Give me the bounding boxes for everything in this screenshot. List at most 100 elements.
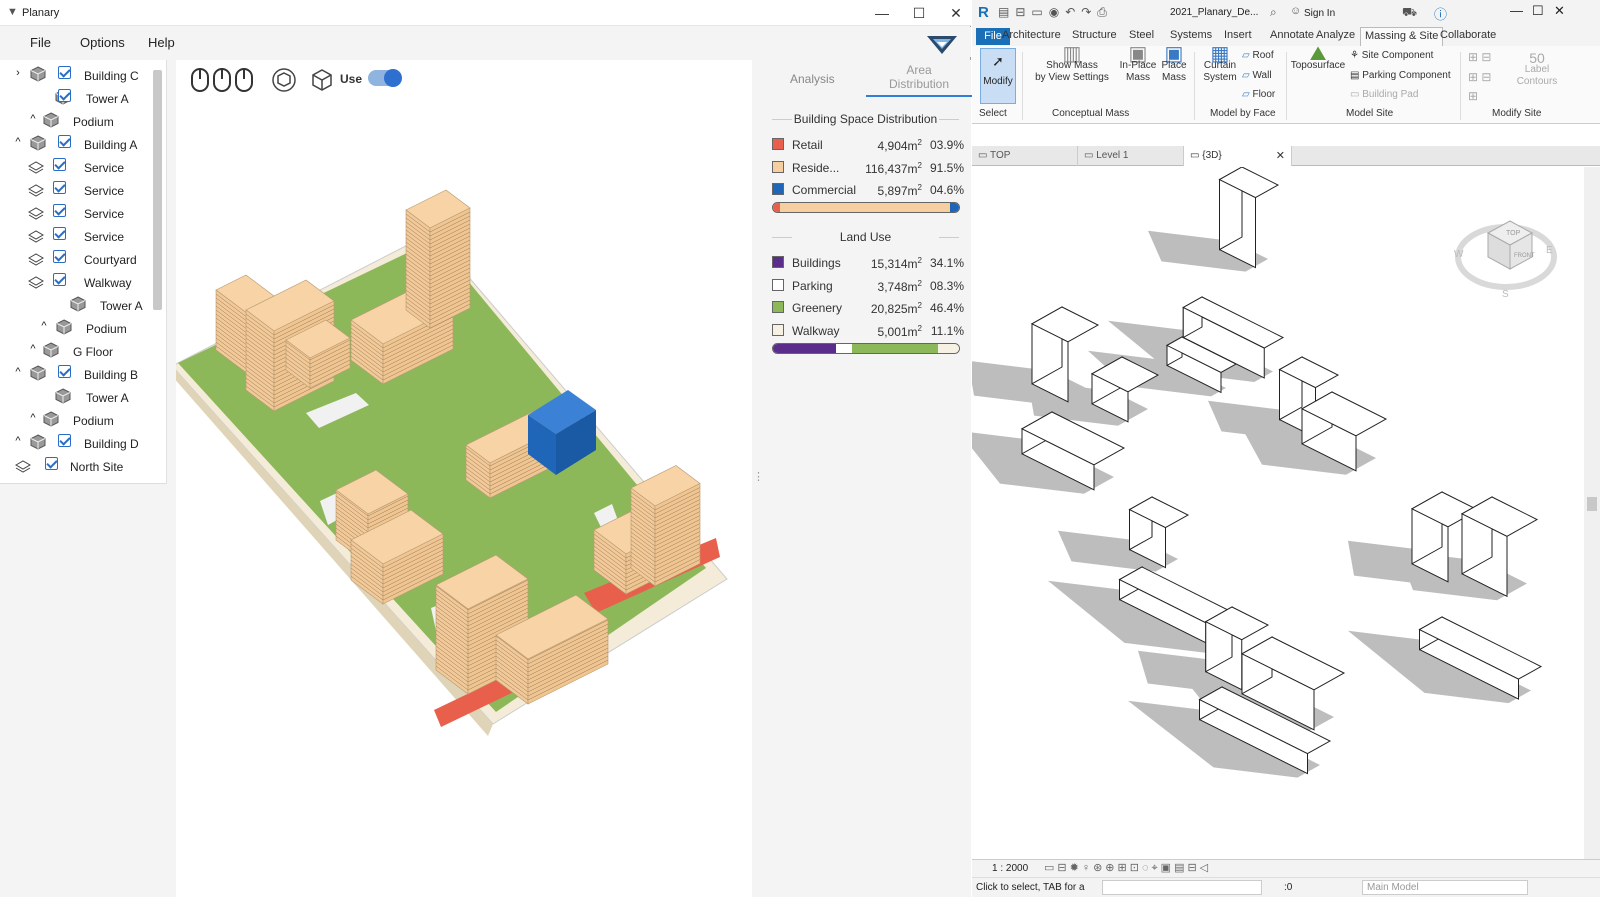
expand-toggle-icon[interactable]: ^ [27, 343, 39, 355]
tree-item[interactable]: Tower A [0, 87, 160, 109]
label-contours-button[interactable]: 50 Label Contours [1512, 51, 1562, 88]
tree-item[interactable]: Service [0, 156, 160, 178]
tree-item[interactable]: ^ Building A [0, 133, 160, 155]
expand-toggle-icon[interactable]: ^ [12, 435, 24, 447]
expand-toggle-icon[interactable]: ^ [27, 113, 39, 125]
maximize-button[interactable]: ☐ [904, 3, 934, 23]
ribbon-tab[interactable]: Collaborate [1440, 29, 1496, 41]
qat-icons[interactable]: ▤⊟▭◉↶↷⎙ [998, 5, 1113, 20]
floor-button[interactable]: ▱ Floor [1242, 89, 1275, 100]
panel-splitter[interactable] [753, 60, 764, 897]
view-tab[interactable]: ▭ TOP [972, 146, 1078, 166]
tree-item[interactable]: ^ Building B [0, 363, 160, 385]
workset-dropdown[interactable] [1102, 880, 1262, 895]
close-button[interactable]: ✕ [941, 3, 971, 23]
3d-viewport[interactable] [171, 60, 752, 897]
tree-item[interactable]: ^ Building D [0, 432, 160, 454]
help-icon[interactable]: ⓘ [1434, 4, 1447, 23]
subregion-icon[interactable]: ⊞ [1468, 89, 1478, 103]
tree-item[interactable]: › Building C [0, 64, 160, 86]
visibility-checkbox[interactable] [58, 365, 71, 378]
parking-component-button[interactable]: ▤ Parking Component [1350, 70, 1451, 81]
scale-label[interactable]: 1 : 2000 [992, 863, 1028, 874]
building-pad-button[interactable]: ▭ Building Pad [1350, 89, 1418, 100]
tree-item[interactable]: ^ G Floor [0, 340, 160, 362]
tree-item[interactable]: Service [0, 225, 160, 247]
split-surface-icon[interactable]: ⊞ ⊟ [1468, 70, 1491, 84]
view-tab[interactable]: ▭ Level 1 [1078, 146, 1184, 166]
visibility-checkbox[interactable] [45, 457, 58, 470]
visibility-checkbox[interactable] [53, 204, 66, 217]
visibility-checkbox[interactable] [53, 181, 66, 194]
toposurface-button[interactable]: ⛰ Toposurface [1290, 44, 1346, 72]
site-component-button[interactable]: ⚘ Site Component [1350, 50, 1433, 61]
menu-file[interactable]: File [30, 35, 51, 50]
visibility-checkbox[interactable] [58, 66, 71, 79]
ribbon-tab[interactable]: Massing & Site [1360, 27, 1444, 46]
ribbon-tab[interactable]: Analyze [1316, 29, 1355, 41]
tree-item[interactable]: ^ Podium [0, 317, 160, 339]
tree-item[interactable]: Service [0, 179, 160, 201]
scroll-thumb[interactable] [1587, 497, 1597, 511]
view-controls-icons[interactable]: ▭⊟✹♀⊛⊕⊞⊡◌⌖▣▤⊟◁ [1044, 861, 1211, 875]
orbit-icon[interactable] [270, 66, 298, 94]
sign-in-link[interactable]: Sign In [1304, 8, 1335, 19]
ribbon-tab[interactable]: Systems [1170, 29, 1212, 41]
minimize-button[interactable]: — [867, 3, 897, 23]
tree-item[interactable]: North Site [0, 455, 160, 477]
tree-scrollbar[interactable] [153, 70, 162, 310]
tree-item[interactable]: Service [0, 202, 160, 224]
revit-maximize-button[interactable]: ☐ [1532, 3, 1544, 19]
select-group-label[interactable]: Select [979, 108, 1007, 119]
revit-mass-render[interactable]: TOP FRONT W S E [958, 166, 1584, 859]
close-view-icon[interactable]: ✕ [1276, 149, 1285, 162]
tree-item[interactable]: Tower A [0, 386, 160, 408]
in-place-mass-button[interactable]: ▣ In-Place Mass [1118, 44, 1158, 84]
visibility-checkbox[interactable] [58, 89, 71, 102]
roof-button[interactable]: ▱ Roof [1242, 50, 1274, 61]
tree-item[interactable]: Walkway [0, 271, 160, 293]
view-scrollbar[interactable] [1584, 167, 1600, 859]
tree-item[interactable]: Tower A [0, 294, 160, 316]
visibility-checkbox[interactable] [53, 227, 66, 240]
place-mass-button[interactable]: ▣ Place Mass [1156, 44, 1192, 84]
visibility-checkbox[interactable] [53, 273, 66, 286]
ribbon-tab[interactable]: Structure [1072, 29, 1117, 41]
view-tab[interactable]: ▭ {3D} ✕ [1184, 146, 1292, 166]
cart-icon[interactable]: ⛟ [1402, 5, 1417, 21]
expand-toggle-icon[interactable]: ^ [12, 136, 24, 148]
use-toggle[interactable] [368, 69, 402, 87]
tree-item[interactable]: ^ Podium [0, 110, 160, 132]
site-model-render[interactable] [171, 60, 752, 897]
modify-site-tools-icon[interactable]: ⊞ ⊟ [1468, 50, 1491, 64]
visibility-checkbox[interactable] [58, 135, 71, 148]
viewcube[interactable]: TOP FRONT W S E [1454, 220, 1557, 300]
menu-help[interactable]: Help [148, 35, 175, 50]
visibility-checkbox[interactable] [53, 158, 66, 171]
ribbon-tab[interactable]: Steel [1129, 29, 1154, 41]
revit-close-button[interactable]: ✕ [1554, 3, 1565, 19]
expand-toggle-icon[interactable]: ^ [12, 366, 24, 378]
expand-toggle-icon[interactable]: ^ [27, 412, 39, 424]
expand-toggle-icon[interactable]: › [12, 67, 24, 79]
cube-view-icon[interactable] [308, 66, 336, 94]
ribbon-tab[interactable]: Architecture [1002, 29, 1061, 41]
visibility-checkbox[interactable] [58, 434, 71, 447]
ribbon-tab[interactable]: Annotate [1270, 29, 1314, 41]
tree-item[interactable]: Courtyard [0, 248, 160, 270]
main-model-dropdown[interactable]: Main Model [1362, 880, 1528, 895]
revit-logo-icon[interactable]: R [978, 4, 989, 21]
curtain-system-button[interactable]: ▦ Curtain System [1200, 44, 1240, 84]
visibility-checkbox[interactable] [53, 250, 66, 263]
mouse-buttons-icon[interactable] [190, 66, 260, 94]
ribbon-tab[interactable]: Insert [1224, 29, 1252, 41]
revit-minimize-button[interactable]: — [1510, 3, 1523, 18]
expand-toggle-icon[interactable]: ^ [38, 320, 50, 332]
tab-analysis[interactable]: Analysis [790, 72, 835, 86]
modify-button[interactable]: ➚ Modify [980, 48, 1016, 104]
wall-button[interactable]: ▱ Wall [1242, 70, 1272, 81]
revit-3d-view[interactable]: TOP FRONT W S E [958, 166, 1584, 859]
show-mass-button[interactable]: ▥ Show Mass by View Settings [1032, 44, 1112, 84]
tree-item[interactable]: ^ Podium [0, 409, 160, 431]
binoculars-icon[interactable]: ⌕ [1270, 5, 1277, 20]
